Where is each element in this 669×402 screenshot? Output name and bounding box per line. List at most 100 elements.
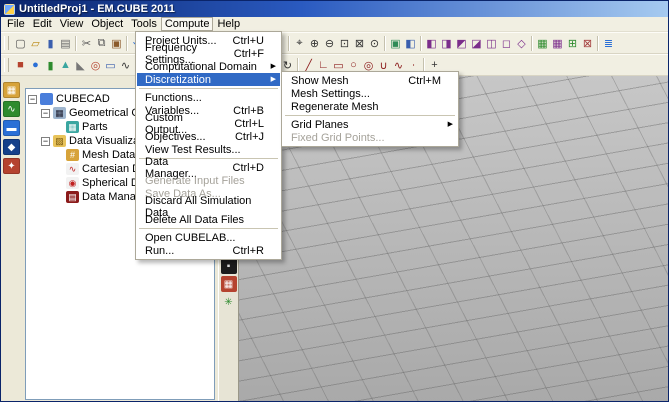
menu-item-label: Computational Domain bbox=[145, 61, 257, 73]
zoom-out-icon[interactable]: ⊖ bbox=[322, 35, 337, 52]
view-bottom-icon[interactable]: ◻ bbox=[499, 35, 514, 52]
new-icon[interactable]: ▢ bbox=[13, 35, 28, 52]
menu-item-show-mesh[interactable]: Show Mesh Ctrl+M bbox=[283, 74, 457, 87]
print-icon[interactable]: ▤ bbox=[58, 35, 73, 52]
zoom-previous-icon[interactable]: ⊙ bbox=[367, 35, 382, 52]
fdtd-module-icon[interactable]: ∿ bbox=[3, 101, 20, 117]
view-right-icon[interactable]: ◪ bbox=[469, 35, 484, 52]
submenu-arrow-icon: ▶ bbox=[271, 63, 276, 70]
mesh-settings-icon[interactable]: ▦ bbox=[550, 35, 565, 52]
console-screen-icon[interactable]: ▪ bbox=[221, 258, 237, 274]
toolbar-separator bbox=[126, 36, 128, 51]
zoom-in-icon[interactable]: ⊕ bbox=[307, 35, 322, 52]
zoom-window-icon[interactable]: ⊡ bbox=[337, 35, 352, 52]
app-window: UntitledProj1 - EM.CUBE 2011 FileEditVie… bbox=[0, 0, 669, 402]
submenu-arrow-icon: ▶ bbox=[448, 121, 453, 128]
mom-module-icon[interactable]: ◆ bbox=[3, 139, 20, 155]
cubecad-module-icon[interactable]: ▦ bbox=[3, 82, 20, 98]
menu-item-label: Mesh Settings... bbox=[291, 88, 370, 100]
menu-tools[interactable]: Tools bbox=[127, 17, 161, 31]
menu-item-label: Objectives... bbox=[145, 131, 206, 143]
menu-shortcut: Ctrl+F bbox=[224, 48, 264, 60]
menu-item-label: Run... bbox=[145, 245, 174, 257]
cut-icon[interactable]: ✂ bbox=[79, 35, 94, 52]
view-top-icon[interactable]: ◫ bbox=[484, 35, 499, 52]
tree-item-label: CUBECAD bbox=[56, 93, 110, 105]
project-tree-icon[interactable]: ≣ bbox=[601, 35, 616, 52]
torus-object-icon[interactable]: ◎ bbox=[88, 57, 103, 74]
menu-item-computational-domain[interactable]: Computational Domain ▶ bbox=[137, 60, 280, 73]
planar-module-icon[interactable]: ▬ bbox=[3, 120, 20, 136]
collapse-minus-icon[interactable]: − bbox=[41, 137, 50, 146]
paste-icon[interactable]: ▣ bbox=[109, 35, 124, 52]
menu-item-custom-output[interactable]: Custom Output...Ctrl+L bbox=[137, 117, 280, 130]
menu-item-discretization[interactable]: Discretization▶ bbox=[137, 73, 280, 86]
view-back-icon[interactable]: ◨ bbox=[439, 35, 454, 52]
grid-planes-icon[interactable]: ⊞ bbox=[565, 35, 580, 52]
zoom-extents-icon[interactable]: ⊠ bbox=[352, 35, 367, 52]
collapse-minus-icon[interactable]: − bbox=[41, 109, 50, 118]
app-icon bbox=[4, 4, 15, 15]
toolbar-separator bbox=[384, 36, 386, 51]
data-visualization-node-icon: ▨ bbox=[53, 135, 66, 147]
menu-item-frequency-settings[interactable]: Frequency Settings...Ctrl+F bbox=[137, 47, 280, 60]
sphere-object-icon[interactable]: ● bbox=[28, 57, 43, 74]
menu-view[interactable]: View bbox=[56, 17, 88, 31]
delete-mesh-icon[interactable]: ⊠ bbox=[580, 35, 595, 52]
mesh-data-node-icon: # bbox=[66, 149, 79, 161]
discretization-submenu: Show Mesh Ctrl+M Mesh Settings...Regenerat… bbox=[281, 71, 459, 147]
collapse-minus-icon[interactable]: − bbox=[28, 95, 37, 104]
menu-item-label: Fixed Grid Points... bbox=[291, 132, 385, 144]
save-icon[interactable]: ▮ bbox=[43, 35, 58, 52]
plate-object-icon[interactable]: ▭ bbox=[103, 57, 118, 74]
pyramid-object-icon[interactable]: ◣ bbox=[73, 57, 88, 74]
material-color-icon[interactable]: ▦ bbox=[221, 276, 237, 292]
menu-bar: FileEditViewObjectToolsComputeHelp bbox=[1, 17, 668, 32]
menu-item-open-cubelab[interactable]: Open CUBELAB... bbox=[137, 231, 280, 244]
view-iso-icon[interactable]: ◇ bbox=[514, 35, 529, 52]
toolbar-separator bbox=[531, 36, 533, 51]
view-left-icon[interactable]: ◩ bbox=[454, 35, 469, 52]
cone-object-icon[interactable]: ▲ bbox=[58, 57, 73, 74]
display-settings-icon[interactable]: ◧ bbox=[403, 35, 418, 52]
menu-item-mesh-settings[interactable]: Mesh Settings... bbox=[283, 87, 457, 100]
menu-compute[interactable]: Compute bbox=[161, 17, 214, 31]
cylinder-object-icon[interactable]: ▮ bbox=[43, 57, 58, 74]
menu-separator bbox=[139, 228, 278, 229]
menu-separator bbox=[285, 115, 455, 116]
menu-item-label: Generate Input Files bbox=[145, 175, 245, 187]
menu-item-grid-planes[interactable]: Grid Planes▶ bbox=[283, 118, 457, 131]
wire-object-icon[interactable]: ∿ bbox=[118, 57, 133, 74]
menu-item-delete-all-data-files[interactable]: Delete All Data Files bbox=[137, 213, 280, 226]
copy-icon[interactable]: ⧉ bbox=[94, 35, 109, 52]
menu-item-run[interactable]: Run...Ctrl+R bbox=[137, 244, 280, 257]
toolbar-separator bbox=[288, 36, 290, 51]
menu-help[interactable]: Help bbox=[213, 17, 244, 31]
submenu-arrow-icon: ▶ bbox=[271, 76, 276, 83]
view-front-icon[interactable]: ◧ bbox=[424, 35, 439, 52]
menu-item-objectives[interactable]: Objectives...Ctrl+J bbox=[137, 130, 280, 143]
menu-item-functions[interactable]: Functions... bbox=[137, 91, 280, 104]
title-bar[interactable]: UntitledProj1 - EM.CUBE 2011 bbox=[1, 1, 668, 17]
menu-shortcut: Ctrl+M bbox=[398, 75, 441, 87]
box-object-icon[interactable]: ■ bbox=[13, 57, 28, 74]
menu-edit[interactable]: Edit bbox=[29, 17, 56, 31]
po-module-icon[interactable]: ✦ bbox=[3, 158, 20, 174]
cartesian-data-node-icon: ∿ bbox=[66, 163, 79, 175]
open-icon[interactable]: ▱ bbox=[28, 35, 43, 52]
menu-item-label: View Test Results... bbox=[145, 144, 241, 156]
pan-icon[interactable]: ⌖ bbox=[292, 35, 307, 52]
compute-menu: Project Units...Ctrl+UFrequency Settings… bbox=[135, 31, 282, 260]
render-mode-icon[interactable]: ▣ bbox=[388, 35, 403, 52]
menu-item-discard-all-simulation-data[interactable]: Discard All Simulation Data bbox=[137, 200, 280, 213]
menu-item-regenerate-mesh[interactable]: Regenerate Mesh bbox=[283, 100, 457, 113]
menu-item-data-manager[interactable]: Data Manager...Ctrl+D bbox=[137, 161, 280, 174]
menu-object[interactable]: Object bbox=[87, 17, 127, 31]
menu-item-label: Show Mesh bbox=[291, 75, 348, 87]
show-mesh-icon[interactable]: ▦ bbox=[535, 35, 550, 52]
menu-file[interactable]: File bbox=[3, 17, 29, 31]
menu-item-view-test-results[interactable]: View Test Results... bbox=[137, 143, 280, 156]
parts-node-icon: ▦ bbox=[66, 121, 79, 133]
window-title: UntitledProj1 - EM.CUBE 2011 bbox=[19, 3, 175, 15]
green-asterisk-icon[interactable]: ✳ bbox=[221, 294, 237, 310]
